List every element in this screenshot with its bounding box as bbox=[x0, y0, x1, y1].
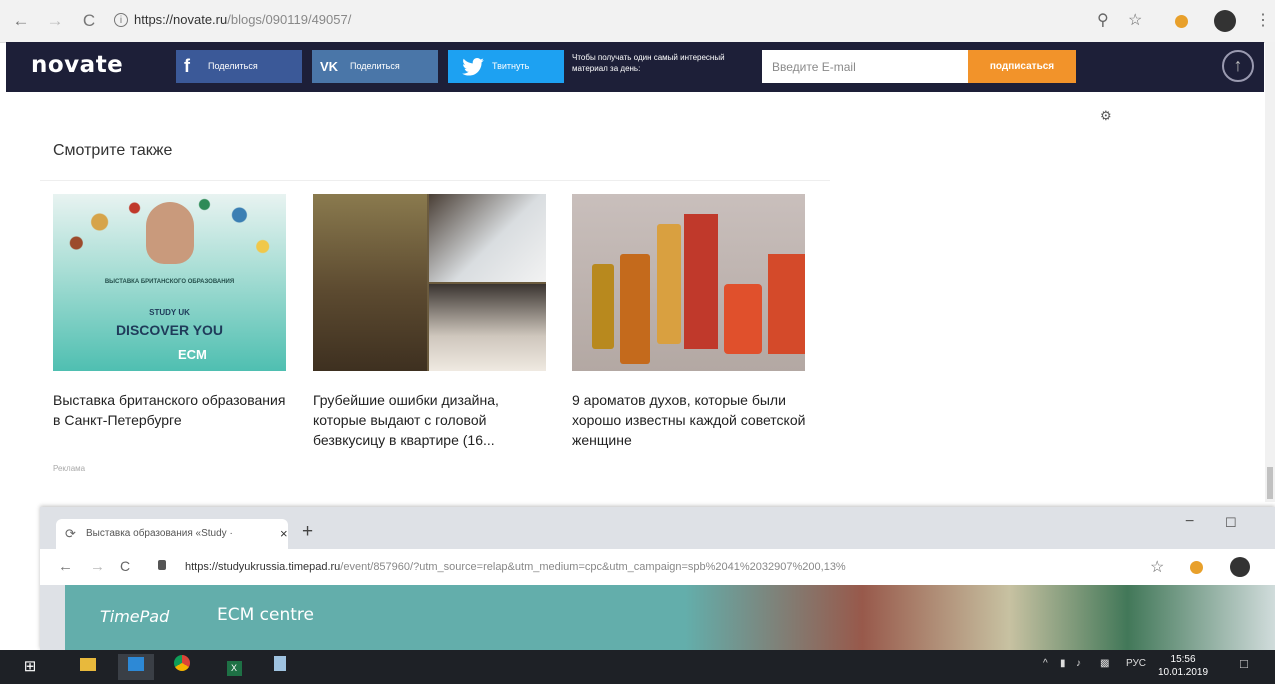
file-explorer-icon[interactable] bbox=[70, 654, 106, 680]
taskbar-clock[interactable]: 15:56 10.01.2019 bbox=[1158, 653, 1208, 679]
banner-photo-collage bbox=[685, 585, 1275, 650]
reload-icon[interactable]: C bbox=[120, 558, 130, 574]
url-host: https://studyukrussia.timepad.ru bbox=[185, 561, 341, 573]
card-1-image[interactable]: ВЫСТАВКА БРИТАНСКОГО ОБРАЗОВАНИЯ STUDY U… bbox=[53, 194, 286, 371]
perfume-box bbox=[684, 214, 718, 349]
perfume-box bbox=[724, 284, 762, 354]
vk-icon: VK bbox=[320, 59, 339, 74]
email-input[interactable] bbox=[762, 50, 968, 83]
twitter-share-button[interactable]: Твитнуть bbox=[448, 50, 564, 83]
second-url[interactable]: https://studyukrussia.timepad.ru/event/8… bbox=[185, 557, 846, 577]
settings-icon[interactable]: ⚙ bbox=[1100, 108, 1112, 124]
facebook-icon: f bbox=[184, 56, 190, 76]
tab-title: Выставка образования «Study · bbox=[86, 528, 233, 539]
clock-date: 10.01.2019 bbox=[1158, 667, 1209, 678]
ad-brand-logo: ECM bbox=[178, 347, 207, 362]
close-tab-icon[interactable]: × bbox=[280, 519, 288, 549]
facebook-share-button[interactable]: f Поделиться bbox=[176, 50, 302, 83]
subscribe-button[interactable]: подписаться bbox=[968, 50, 1076, 83]
zoom-icon[interactable]: ⚲ bbox=[1097, 11, 1109, 31]
minimize-icon[interactable]: − bbox=[1185, 513, 1194, 531]
see-also-heading: Смотрите также bbox=[53, 142, 173, 159]
tray-chevron-icon[interactable]: ^ bbox=[1043, 658, 1048, 669]
ad-text-line3: DISCOVER YOU bbox=[115, 322, 224, 338]
vk-share-label: Поделиться bbox=[350, 61, 400, 71]
vk-share-button[interactable]: VK Поделиться bbox=[312, 50, 438, 83]
page-scrollbar-thumb[interactable] bbox=[1267, 467, 1273, 499]
extension-icon[interactable] bbox=[1175, 15, 1188, 28]
browser-toolbar: ← → C i https://novate.ru/blogs/090119/4… bbox=[0, 0, 1275, 43]
bookmark-star-icon[interactable]: ☆ bbox=[1150, 557, 1164, 577]
site-logo[interactable]: novate bbox=[31, 52, 123, 78]
notepad-icon[interactable] bbox=[262, 654, 298, 680]
twitter-icon bbox=[462, 58, 484, 76]
subscribe-promo-text: Чтобы получать один самый интересный мат… bbox=[572, 53, 725, 73]
network-icon[interactable]: ▩ bbox=[1100, 658, 1109, 669]
profile-avatar[interactable] bbox=[1214, 10, 1236, 32]
menu-dots-icon[interactable]: ⋮ bbox=[1255, 11, 1271, 31]
bookmark-star-icon[interactable]: ☆ bbox=[1128, 11, 1142, 31]
card-1-source: Реклама bbox=[53, 464, 86, 473]
forward-icon[interactable]: → bbox=[44, 10, 66, 32]
loading-icon: ⟳ bbox=[65, 526, 76, 541]
ad-text-line1: ВЫСТАВКА БРИТАНСКОГО ОБРАЗОВАНИЯ bbox=[104, 279, 235, 285]
timepad-logo[interactable]: TimePad bbox=[100, 607, 169, 626]
plant-shelf-photo bbox=[313, 194, 427, 371]
volume-icon[interactable]: ♪ bbox=[1076, 658, 1081, 669]
man-portrait bbox=[146, 202, 194, 264]
ceiling-photo bbox=[429, 284, 546, 371]
perfume-bottle bbox=[620, 254, 650, 364]
card-3-title[interactable]: 9 ароматов духов, которые были хорошо из… bbox=[572, 390, 812, 450]
site-header: novate f Поделиться VK Поделиться Твитну… bbox=[6, 42, 1264, 92]
chrome-icon[interactable] bbox=[164, 654, 200, 680]
battery-icon[interactable]: ▮ bbox=[1060, 658, 1066, 669]
card-3-image[interactable] bbox=[572, 194, 805, 371]
perfume-bottle bbox=[592, 264, 614, 349]
card-1-title[interactable]: Выставка британского образования в Санкт… bbox=[53, 390, 293, 430]
new-tab-icon[interactable]: + bbox=[302, 521, 313, 543]
forward-icon[interactable]: → bbox=[90, 558, 105, 575]
notifications-icon[interactable]: □ bbox=[1240, 656, 1248, 671]
address-bar[interactable]: https://novate.ru/blogs/090119/49057/ bbox=[134, 9, 351, 31]
twitter-share-label: Твитнуть bbox=[492, 61, 530, 71]
perfume-box bbox=[768, 254, 805, 354]
extension-icon[interactable] bbox=[1190, 561, 1203, 574]
card-2-image[interactable] bbox=[313, 194, 546, 371]
url-path: /event/857960/?utm_source=relap&utm_medi… bbox=[340, 561, 846, 573]
scroll-up-icon[interactable]: ↑ bbox=[1222, 50, 1254, 82]
reload-icon[interactable]: C bbox=[78, 10, 100, 32]
excel-icon[interactable]: X bbox=[216, 654, 252, 680]
facebook-share-label: Поделиться bbox=[208, 61, 258, 71]
lock-icon bbox=[158, 560, 166, 570]
timepad-banner: TimePad ECM centre bbox=[65, 585, 1275, 650]
second-browser-window: ⟳ Выставка образования «Study · × + − ☐ … bbox=[40, 507, 1275, 650]
mail-app-icon[interactable] bbox=[118, 654, 154, 680]
perfume-bottle bbox=[657, 224, 681, 344]
tab-timepad[interactable]: ⟳ Выставка образования «Study · × bbox=[56, 519, 288, 549]
maximize-icon[interactable]: ☐ bbox=[1225, 515, 1237, 531]
back-icon[interactable]: ← bbox=[58, 558, 73, 575]
language-indicator[interactable]: РУС bbox=[1126, 658, 1146, 669]
ad-text-line2: STUDY UK bbox=[149, 308, 190, 317]
ecm-centre-title: ECM centre bbox=[217, 605, 315, 625]
profile-avatar[interactable] bbox=[1230, 557, 1250, 577]
second-address-bar: ← → C https://studyukrussia.timepad.ru/e… bbox=[40, 549, 1275, 585]
windows-taskbar: ⊞ X ^ ▮ ♪ ▩ РУС 15:56 10.01.2019 □ bbox=[0, 650, 1275, 684]
clock-time: 15:56 bbox=[1170, 654, 1196, 665]
divider bbox=[40, 180, 830, 181]
windows-start-icon[interactable]: ⊞ bbox=[12, 654, 48, 680]
back-icon[interactable]: ← bbox=[10, 10, 32, 32]
page-scrollbar[interactable] bbox=[1265, 42, 1275, 502]
url-host: https://novate.ru bbox=[134, 12, 228, 27]
card-2-title[interactable]: Грубейшие ошибки дизайна, которые выдают… bbox=[313, 390, 553, 450]
curtain-photo bbox=[429, 194, 546, 282]
url-path: /blogs/090119/49057/ bbox=[227, 12, 352, 27]
site-info-icon[interactable]: i bbox=[114, 13, 128, 27]
